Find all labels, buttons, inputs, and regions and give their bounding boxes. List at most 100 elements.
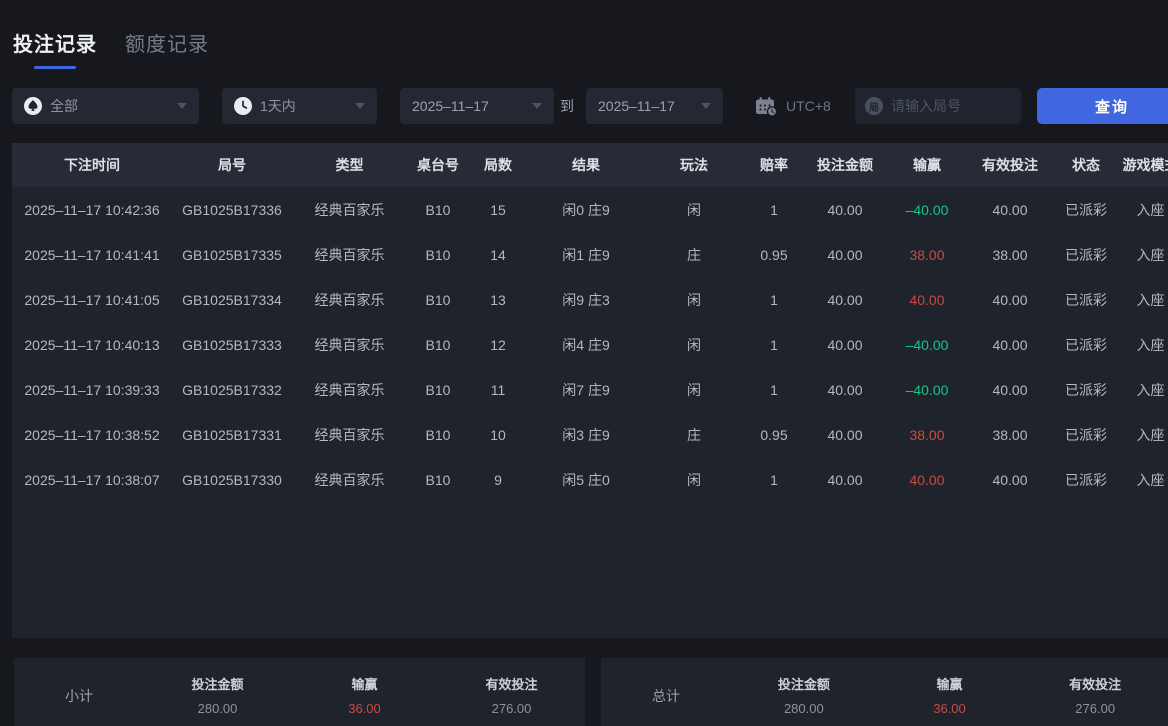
cell-game_no: GB1025B17336 xyxy=(172,202,292,218)
date-to-picker[interactable]: 2025–11–17 xyxy=(586,88,723,124)
cell-valid_bet: 40.00 xyxy=(969,202,1051,218)
chevron-down-icon xyxy=(701,103,711,109)
cell-play: 闲 xyxy=(645,470,743,490)
column-header-rounds: 局数 xyxy=(469,155,527,175)
cell-game_mode: 入座 xyxy=(1121,470,1168,490)
cell-rounds: 10 xyxy=(469,427,527,443)
table-row: 2025–11–17 10:38:52GB1025B17331经典百家乐B101… xyxy=(12,412,1168,457)
total-winloss: 输赢 36.00 xyxy=(877,674,1023,716)
cell-type: 经典百家乐 xyxy=(292,335,407,355)
total-panel: 总计 投注金额 280.00 输赢 36.00 有效投注 276.00 xyxy=(601,658,1168,726)
date-range-to-label: 到 xyxy=(560,88,574,124)
cell-odds: 1 xyxy=(743,202,805,218)
cell-game_no: GB1025B17333 xyxy=(172,337,292,353)
tab-quota-records[interactable]: 额度记录 xyxy=(125,28,209,57)
cell-result: 闲1 庄9 xyxy=(527,245,645,265)
cell-time: 2025–11–17 10:38:07 xyxy=(12,472,172,488)
cell-bet_amount: 40.00 xyxy=(805,337,885,353)
column-header-win_loss: 输赢 xyxy=(885,155,969,175)
cell-game_no: GB1025B17330 xyxy=(172,472,292,488)
cell-play: 庄 xyxy=(645,425,743,445)
table-row: 2025–11–17 10:42:36GB1025B17336经典百家乐B101… xyxy=(12,187,1168,232)
cell-result: 闲9 庄3 xyxy=(527,290,645,310)
cell-status: 已派彩 xyxy=(1051,290,1121,310)
cell-status: 已派彩 xyxy=(1051,470,1121,490)
cell-type: 经典百家乐 xyxy=(292,290,407,310)
cell-win_loss: 38.00 xyxy=(885,427,969,443)
subtotal-winloss-label: 输赢 xyxy=(291,674,438,693)
category-dropdown[interactable]: 全部 xyxy=(12,88,199,124)
column-header-bet_amount: 投注金额 xyxy=(805,155,885,175)
subtotal-winloss-value: 36.00 xyxy=(291,701,438,716)
total-bet-amount-label: 投注金额 xyxy=(731,674,877,693)
cell-odds: 1 xyxy=(743,292,805,308)
cell-odds: 1 xyxy=(743,382,805,398)
table-row: 2025–11–17 10:38:07GB1025B17330经典百家乐B109… xyxy=(12,457,1168,502)
cell-odds: 0.95 xyxy=(743,427,805,443)
search-button[interactable]: 查询 xyxy=(1037,88,1168,124)
cell-valid_bet: 40.00 xyxy=(969,382,1051,398)
cell-time: 2025–11–17 10:39:33 xyxy=(12,382,172,398)
cell-bet_amount: 40.00 xyxy=(805,382,885,398)
column-header-time: 下注时间 xyxy=(12,155,172,175)
category-dropdown-value: 全部 xyxy=(50,96,78,116)
subtotal-title: 小计 xyxy=(14,674,144,706)
total-valid-bet-label: 有效投注 xyxy=(1022,674,1168,693)
cell-type: 经典百家乐 xyxy=(292,425,407,445)
filter-bar: 全部 1天内 2025–11–17 到 2025–11–17 xyxy=(12,88,1168,124)
column-header-table_no: 桌台号 xyxy=(407,155,469,175)
game-number-badge-icon: 局 xyxy=(865,97,883,115)
tab-bar: 投注记录 额度记录 xyxy=(13,28,209,69)
cell-valid_bet: 40.00 xyxy=(969,337,1051,353)
subtotal-bet-amount-label: 投注金额 xyxy=(144,674,291,693)
cell-type: 经典百家乐 xyxy=(292,380,407,400)
cell-play: 闲 xyxy=(645,200,743,220)
cell-game_no: GB1025B17334 xyxy=(172,292,292,308)
active-tab-underline xyxy=(34,66,76,69)
cell-odds: 0.95 xyxy=(743,247,805,263)
cell-status: 已派彩 xyxy=(1051,200,1121,220)
cell-table_no: B10 xyxy=(407,247,469,263)
table-row: 2025–11–17 10:41:05GB1025B17334经典百家乐B101… xyxy=(12,277,1168,322)
tab-betting-records[interactable]: 投注记录 xyxy=(13,28,97,69)
cell-game_mode: 入座 xyxy=(1121,290,1168,310)
cell-game_no: GB1025B17335 xyxy=(172,247,292,263)
clock-icon xyxy=(234,97,252,115)
column-header-game_mode: 游戏模式 xyxy=(1121,155,1168,175)
cell-odds: 1 xyxy=(743,337,805,353)
chevron-down-icon xyxy=(532,103,542,109)
column-header-valid_bet: 有效投注 xyxy=(969,155,1051,175)
cell-result: 闲3 庄9 xyxy=(527,425,645,445)
chevron-down-icon xyxy=(177,103,187,109)
cell-win_loss: –40.00 xyxy=(885,202,969,218)
table-header-row: 下注时间局号类型桌台号局数结果玩法赔率投注金额输赢有效投注状态游戏模式 xyxy=(12,143,1168,187)
cell-valid_bet: 38.00 xyxy=(969,427,1051,443)
total-bet-amount: 投注金额 280.00 xyxy=(731,674,877,716)
subtotal-valid-bet: 有效投注 276.00 xyxy=(438,674,585,716)
cell-rounds: 14 xyxy=(469,247,527,263)
game-number-input[interactable] xyxy=(891,98,1011,114)
cell-game_mode: 入座 xyxy=(1121,380,1168,400)
cell-play: 闲 xyxy=(645,380,743,400)
cell-win_loss: –40.00 xyxy=(885,337,969,353)
column-header-odds: 赔率 xyxy=(743,155,805,175)
cell-result: 闲7 庄9 xyxy=(527,380,645,400)
subtotal-winloss: 输赢 36.00 xyxy=(291,674,438,716)
cell-status: 已派彩 xyxy=(1051,245,1121,265)
tab-quota-records-label: 额度记录 xyxy=(125,28,209,57)
records-table: 下注时间局号类型桌台号局数结果玩法赔率投注金额输赢有效投注状态游戏模式 2025… xyxy=(12,143,1168,638)
cell-bet_amount: 40.00 xyxy=(805,202,885,218)
cell-result: 闲0 庄9 xyxy=(527,200,645,220)
date-from-picker[interactable]: 2025–11–17 xyxy=(400,88,554,124)
cell-valid_bet: 38.00 xyxy=(969,247,1051,263)
cell-rounds: 13 xyxy=(469,292,527,308)
time-range-dropdown[interactable]: 1天内 xyxy=(222,88,377,124)
subtotal-bet-amount: 投注金额 280.00 xyxy=(144,674,291,716)
cell-win_loss: 38.00 xyxy=(885,247,969,263)
spade-icon xyxy=(24,97,42,115)
cell-rounds: 11 xyxy=(469,382,527,398)
time-range-dropdown-value: 1天内 xyxy=(260,96,296,116)
total-valid-bet: 有效投注 276.00 xyxy=(1022,674,1168,716)
game-number-input-wrap: 局 xyxy=(855,88,1021,124)
cell-win_loss: 40.00 xyxy=(885,292,969,308)
